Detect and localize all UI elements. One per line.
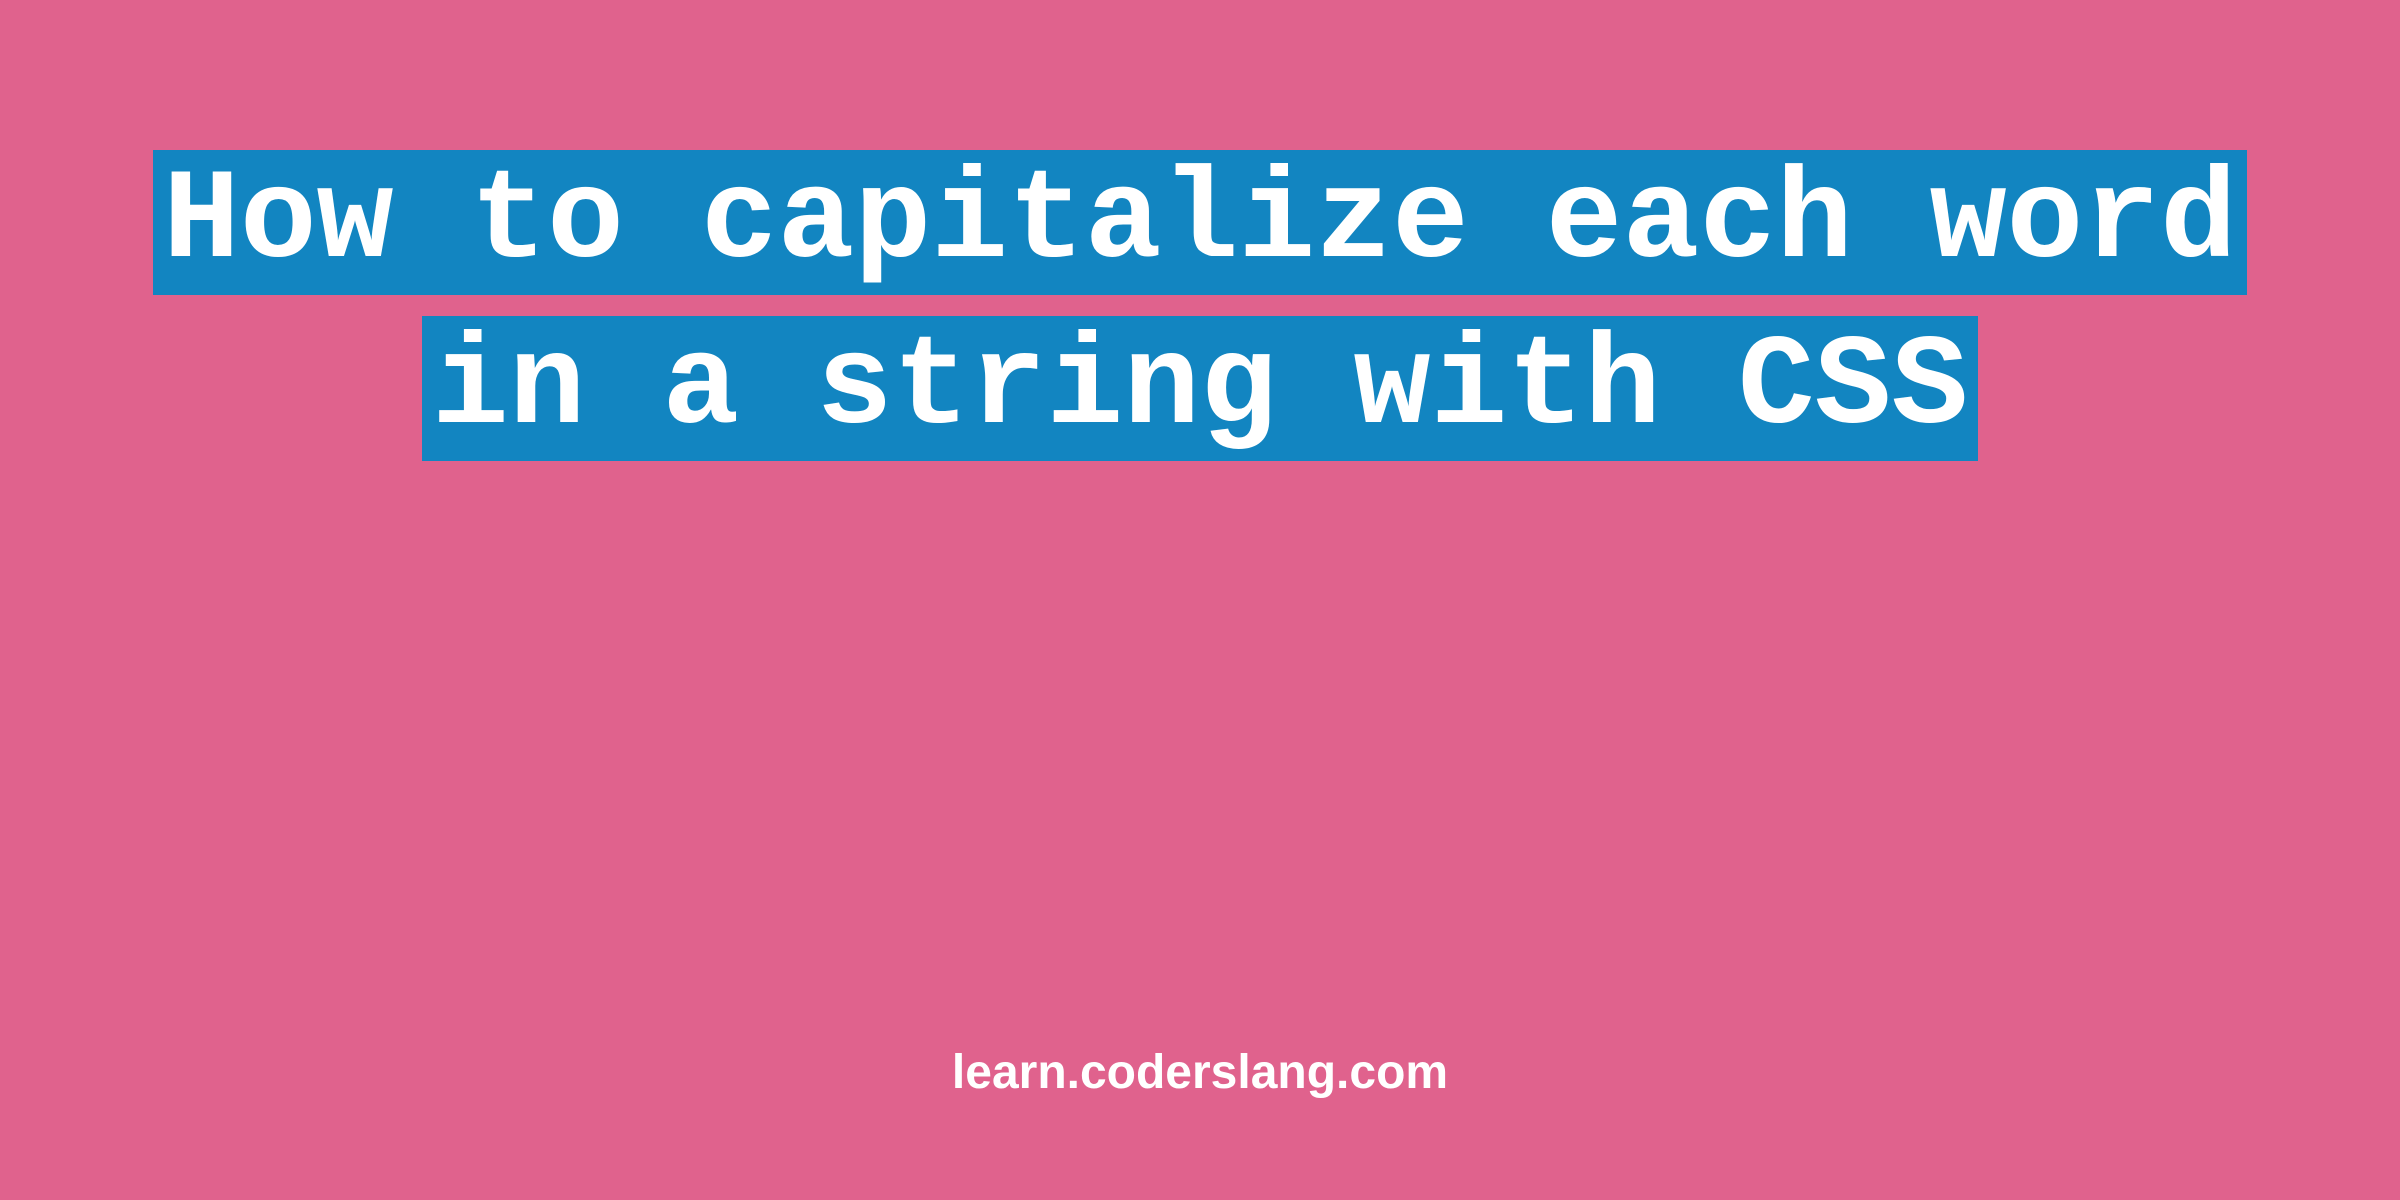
title-container: How to capitalize each word in a string … xyxy=(0,140,2400,473)
footer-text: learn.coderslang.com xyxy=(0,1045,2400,1100)
page-title: How to capitalize each word in a string … xyxy=(153,150,2247,461)
title-highlight: How to capitalize each word in a string … xyxy=(153,150,2247,461)
